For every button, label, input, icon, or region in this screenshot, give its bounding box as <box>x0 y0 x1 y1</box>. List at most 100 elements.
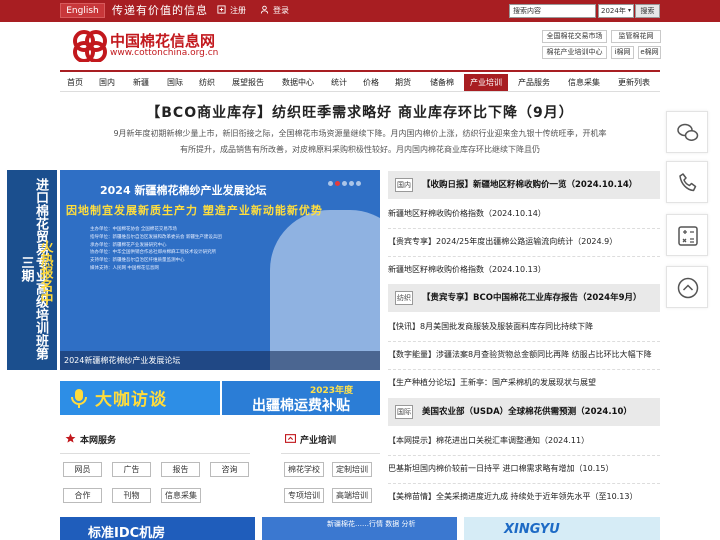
nav-futures[interactable]: 期货 <box>390 74 416 91</box>
nav-product-service[interactable]: 产品服务 <box>514 74 554 91</box>
training-title: 产业培训 <box>300 436 337 446</box>
divider <box>388 341 660 342</box>
nav-home[interactable]: 首页 <box>62 74 88 91</box>
news-item[interactable]: 【本网提示】棉花进出口关税汇率调整通知（2024.11） <box>388 435 660 447</box>
year-select[interactable]: 2024年 ▾ <box>598 4 634 18</box>
carousel-image-details: 主办单位：中国棉花协会 全国棉花交易市场 指导单位：新疆维吾尔自治区发展和改革委… <box>90 226 310 273</box>
nav-xinjiang[interactable]: 新疆 <box>128 74 154 91</box>
nav-reserve-cotton[interactable]: 储备棉 <box>422 74 462 91</box>
xingyu-banner-text: XINGYU <box>504 522 560 537</box>
news-tag: 纺织 <box>395 291 413 305</box>
detail-line: 主办单位：中国棉花协会 全国棉花交易市场 <box>90 227 177 232</box>
chevron-down-icon: ▾ <box>627 7 631 14</box>
headline[interactable]: 【BCO商业库存】纺织旺季需求略好 商业库存环比下降（9月） <box>60 102 660 122</box>
phone-button[interactable] <box>666 161 708 203</box>
carousel-dot[interactable] <box>342 181 347 186</box>
freight-subsidy-banner[interactable]: 2023年度 出疆棉运费补贴 <box>222 381 380 415</box>
login-link[interactable]: 登录 <box>260 4 289 17</box>
news-item[interactable]: 【快讯】8月美国批发商服装及服装面料库存同比持续下降 <box>388 321 660 333</box>
calculator-button[interactable] <box>666 214 708 256</box>
news-item[interactable]: 【贵宾专享】2024/25年度出疆棉公路运输流向统计（2024.9） <box>388 236 660 248</box>
divider <box>388 455 660 456</box>
service-cooperation[interactable]: 合作 <box>63 488 102 503</box>
detail-line: 支持单位：新疆维吾尔自治区纤维质量监测中心 <box>90 258 185 264</box>
site-logo[interactable]: 中国棉花信息网 www.cottonchina.org.cn <box>73 30 218 62</box>
news-group-domestic[interactable]: 国内 【收购日报】新疆地区籽棉收购价一览（2024.10.14） <box>388 171 660 199</box>
news-item[interactable]: 巴基斯坦国内棉价较前一日持平 进口棉需求略有增加（10.15） <box>388 463 660 475</box>
idc-banner[interactable]: 标准IDC机房 <box>60 517 255 540</box>
quicklink-emian[interactable]: e棉网 <box>638 46 661 59</box>
news-item[interactable]: 新疆地区籽棉收购价格指数（2024.10.13） <box>388 264 660 276</box>
training-icon <box>285 434 296 443</box>
carousel-dot[interactable] <box>349 181 354 186</box>
xinjiang-market-banner[interactable]: 新疆棉花……行情 数据 分析 <box>262 517 457 540</box>
year-value: 2024年 <box>601 7 626 15</box>
nav-outlook-report[interactable]: 展望报告 <box>228 74 268 91</box>
nav-international[interactable]: 国际 <box>162 74 188 91</box>
main-nav: 首页 国内 新疆 国际 纺织 展望报告 数据中心 统计 价格 期货 储备棉 产业… <box>60 70 660 92</box>
divider <box>60 453 250 454</box>
training-cotton-school[interactable]: 棉花学校 <box>284 462 324 477</box>
news-item[interactable]: 【生产种植分论坛】王新亭：国产采棉机的发展现状与展望 <box>388 377 660 389</box>
carousel-image-subtitle: 因地制宜发展新质生产力 塑造产业新动能新优势 <box>66 204 323 217</box>
calculator-icon <box>678 226 698 246</box>
nav-info-collection[interactable]: 信息采集 <box>564 74 604 91</box>
search-input[interactable]: 搜索内容 <box>509 4 596 18</box>
nav-industry-training[interactable]: 产业培训 <box>464 74 508 91</box>
divider <box>388 369 660 370</box>
carousel-image[interactable]: 2024 新疆棉花棉纱产业发展论坛 因地制宜发展新质生产力 塑造产业新动能新优势… <box>60 170 380 370</box>
headline-summary: 9月新年度初期新棉少量上市，新旧衔接之际，全国棉花市场资源量继续下降。月内国内棉… <box>113 129 607 154</box>
nav-textile[interactable]: 纺织 <box>194 74 220 91</box>
quicklink-imian[interactable]: i棉网 <box>611 46 634 59</box>
quicklink-supervision[interactable]: 监管棉花网 <box>611 30 661 43</box>
service-consult[interactable]: 咨询 <box>210 462 249 477</box>
register-link[interactable]: 注册 <box>217 4 246 17</box>
xingyu-banner[interactable]: XINGYU <box>464 517 660 540</box>
interview-banner[interactable]: 大咖访谈 <box>60 381 220 415</box>
news-item[interactable]: 【数字能量】涉疆法案8月查验货物总金额同比再降 纺服占比环比大幅下降 <box>388 349 660 361</box>
login-label: 登录 <box>273 6 289 15</box>
service-advert[interactable]: 广告 <box>112 462 151 477</box>
news-tag: 国际 <box>395 405 413 419</box>
nav-update-list[interactable]: 更新列表 <box>614 74 654 91</box>
training-side-banner[interactable]: 进口棉花贸易专业高级培训班第三期 火热报名中 <box>7 170 57 370</box>
english-button[interactable]: English <box>60 3 105 18</box>
training-custom[interactable]: 定制培训 <box>332 462 372 477</box>
news-group-textile[interactable]: 纺织 【贵宾专享】BCO中国棉花工业库存报告（2024年9月） <box>388 284 660 312</box>
interview-banner-text: 大咖访谈 <box>95 390 167 410</box>
chevron-up-icon <box>677 277 699 299</box>
carousel-dot[interactable] <box>328 181 333 186</box>
training-special[interactable]: 专项培训 <box>284 488 324 503</box>
side-banner-hot: 火热报名中 <box>37 240 53 305</box>
search-button[interactable]: 搜索 <box>635 4 660 18</box>
divider <box>388 483 660 484</box>
news-item[interactable]: 【美棉苗情】全美采摘进度近九成 持续处于近年领先水平（至10.13） <box>388 491 660 503</box>
news-item[interactable]: 新疆地区籽棉收购价格指数（2024.10.14） <box>388 208 660 220</box>
service-info-collection[interactable]: 信息采集 <box>161 488 201 503</box>
phone-icon <box>679 173 697 192</box>
logo-url: www.cottonchina.org.cn <box>110 48 219 58</box>
news-group-international[interactable]: 国际 美国农业部（USDA）全球棉花供需预测（2024.10） <box>388 398 660 426</box>
training-advanced[interactable]: 高端培训 <box>332 488 372 503</box>
detail-line: 承办单位：新疆棉花产业发展研究中心 <box>90 242 167 248</box>
back-to-top-button[interactable] <box>666 266 708 308</box>
service-publication[interactable]: 刊物 <box>112 488 151 503</box>
nav-statistics[interactable]: 统计 <box>326 74 352 91</box>
news-group-title: 美国农业部（USDA）全球棉花供需预测（2024.10） <box>422 407 632 417</box>
detail-line: 媒体支持：人民网 中国棉花信息网 <box>90 265 159 271</box>
detail-line: 协办单位：中华全国供销合作总社郑州棉麻工程技术设计研究所 <box>90 250 216 256</box>
wechat-button[interactable] <box>666 111 708 153</box>
nav-price[interactable]: 价格 <box>358 74 384 91</box>
carousel-dot-active[interactable] <box>335 181 340 186</box>
nav-data-center[interactable]: 数据中心 <box>278 74 318 91</box>
carousel-dot[interactable] <box>356 181 361 186</box>
quicklink-exchange[interactable]: 全国棉花交易市场 <box>542 30 607 43</box>
quicklink-training-center[interactable]: 棉花产业培训中心 <box>542 46 607 59</box>
nav-domestic[interactable]: 国内 <box>94 74 120 91</box>
service-report[interactable]: 报告 <box>161 462 200 477</box>
news-group-title: 【贵宾专享】BCO中国棉花工业库存报告（2024年9月） <box>422 293 642 303</box>
cotton-logo-icon <box>73 30 107 62</box>
news-group-title: 【收购日报】新疆地区籽棉收购价一览（2024.10.14） <box>422 180 638 190</box>
top-bar: English 传递有价值的信息 注册 登录 搜索内容 2024年 ▾ 搜索 <box>0 0 720 22</box>
service-member[interactable]: 网员 <box>63 462 102 477</box>
